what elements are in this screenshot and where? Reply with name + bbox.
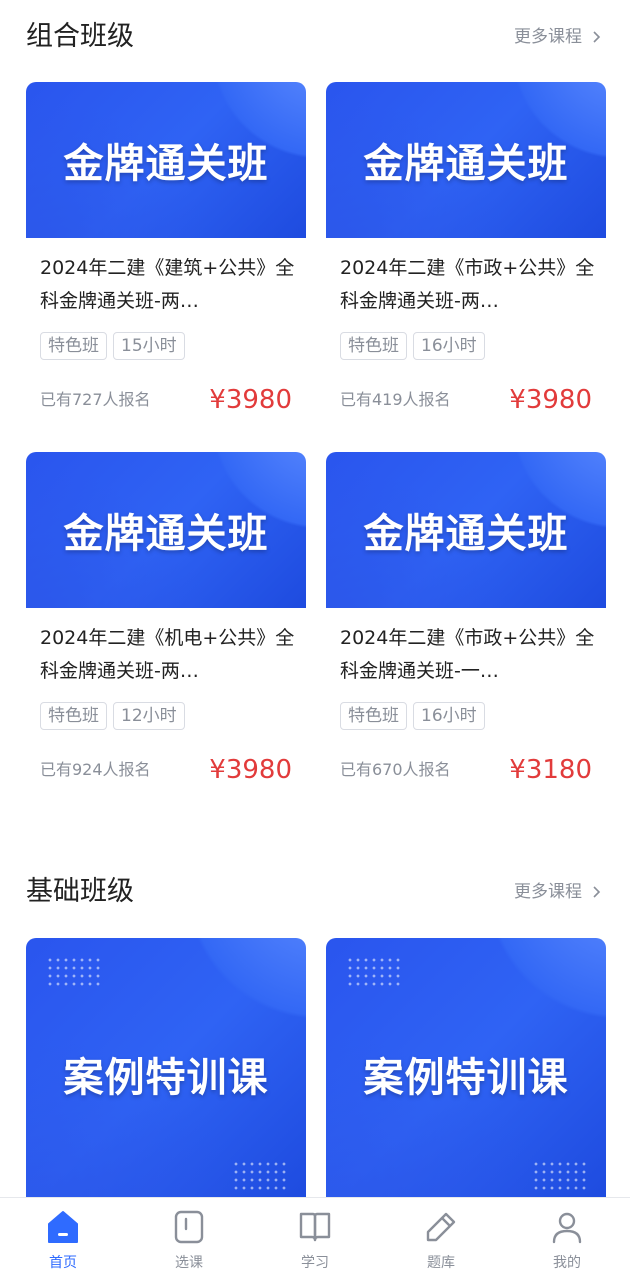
tag-class-type: 特色班 [40, 702, 107, 730]
dots-decoration [46, 956, 100, 986]
tab-profile[interactable]: 我的 [504, 1198, 630, 1280]
dots-decoration [346, 956, 400, 986]
section-title: 基础班级 [26, 876, 134, 907]
course-price: ¥3980 [509, 385, 592, 415]
course-tags: 特色班 16小时 [340, 702, 485, 730]
banner-text: 案例特训课 [363, 1055, 569, 1101]
course-price: ¥3180 [509, 755, 592, 785]
tab-label: 我的 [553, 1255, 581, 1271]
tab-question-bank[interactable]: 题库 [378, 1198, 504, 1280]
course-title: 2024年二建《建筑+公共》全科金牌通关班-两… [40, 257, 295, 312]
section-header-combo: 组合班级 更多课程 [26, 17, 604, 57]
course-price: ¥3980 [209, 755, 292, 785]
home-icon [48, 1211, 78, 1243]
course-title: 2024年二建《市政+公共》全科金牌通关班-一… [340, 627, 595, 682]
dots-decoration [532, 1160, 586, 1190]
tab-label: 选课 [175, 1255, 203, 1271]
course-tags: 特色班 16小时 [340, 332, 485, 360]
tag-duration: 12小时 [113, 702, 185, 730]
course-banner: 金牌通关班 [326, 452, 606, 608]
tag-class-type: 特色班 [40, 332, 107, 360]
more-courses-label: 更多课程 [514, 882, 582, 902]
more-courses-link[interactable]: 更多课程 [514, 878, 604, 906]
course-select-icon [174, 1210, 204, 1244]
banner-text: 案例特训课 [63, 1055, 269, 1101]
tab-label: 首页 [49, 1255, 77, 1271]
course-banner: 案例特训课 [26, 938, 306, 1200]
course-title: 2024年二建《机电+公共》全科金牌通关班-两… [40, 627, 295, 682]
tag-duration: 16小时 [413, 702, 485, 730]
course-price: ¥3980 [209, 385, 292, 415]
section-title: 组合班级 [26, 21, 134, 52]
banner-text: 金牌通关班 [63, 511, 269, 557]
book-icon [299, 1212, 331, 1242]
bottom-tab-bar: 首页 选课 学习 题库 我的 [0, 1197, 630, 1280]
banner-text: 金牌通关班 [363, 141, 569, 187]
banner-text: 金牌通关班 [363, 511, 569, 557]
more-courses-label: 更多课程 [514, 27, 582, 47]
dots-decoration [232, 1160, 286, 1190]
more-courses-link[interactable]: 更多课程 [514, 23, 604, 51]
chevron-right-icon [593, 886, 601, 898]
banner-text: 金牌通关班 [63, 141, 269, 187]
enroll-count: 已有670人报名 [340, 760, 451, 779]
course-banner: 金牌通关班 [26, 82, 306, 238]
pencil-icon [426, 1212, 456, 1242]
tab-label: 题库 [427, 1255, 455, 1271]
tab-home[interactable]: 首页 [0, 1198, 126, 1280]
tag-class-type: 特色班 [340, 702, 407, 730]
enroll-count: 已有727人报名 [40, 390, 151, 409]
course-banner: 金牌通关班 [26, 452, 306, 608]
course-tags: 特色班 15小时 [40, 332, 185, 360]
course-tags: 特色班 12小时 [40, 702, 185, 730]
tab-label: 学习 [301, 1255, 329, 1271]
user-icon [552, 1212, 582, 1244]
course-banner: 金牌通关班 [326, 82, 606, 238]
section-header-basic: 基础班级 更多课程 [26, 872, 604, 912]
course-banner: 案例特训课 [326, 938, 606, 1200]
tag-duration: 16小时 [413, 332, 485, 360]
tab-study[interactable]: 学习 [252, 1198, 378, 1280]
enroll-count: 已有924人报名 [40, 760, 151, 779]
tab-course-select[interactable]: 选课 [126, 1198, 252, 1280]
course-title: 2024年二建《市政+公共》全科金牌通关班-两… [340, 257, 595, 312]
tag-duration: 15小时 [113, 332, 185, 360]
tag-class-type: 特色班 [340, 332, 407, 360]
chevron-right-icon [593, 31, 601, 43]
enroll-count: 已有419人报名 [340, 390, 451, 409]
